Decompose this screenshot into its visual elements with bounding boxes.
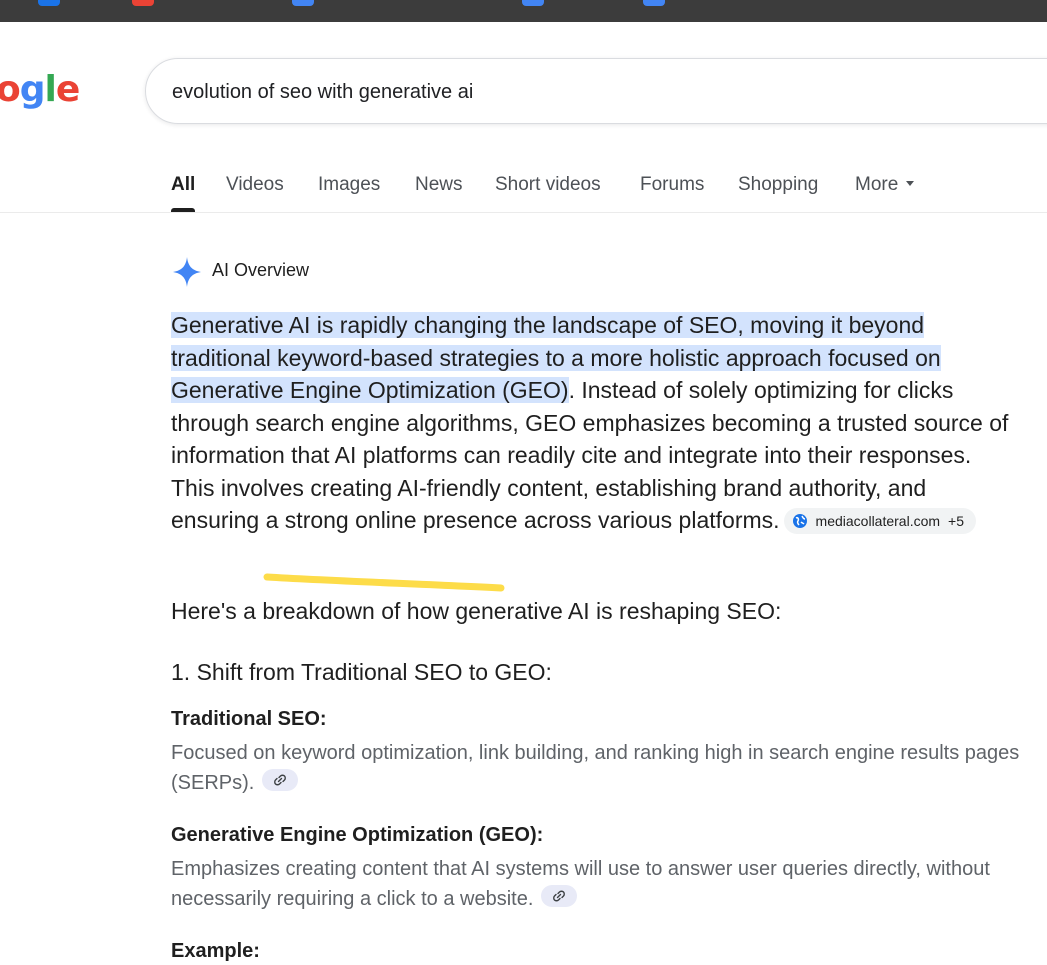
geo-heading: Generative Engine Optimization (GEO): (171, 824, 544, 846)
globe-icon (792, 514, 807, 528)
logo-letter: g (19, 69, 46, 110)
tab-label: Forums (640, 174, 705, 195)
citation-link-chip[interactable] (541, 885, 578, 907)
link-icon (553, 890, 566, 902)
tab-label: More (855, 174, 899, 195)
bookmark-icon[interactable] (132, 0, 154, 6)
source-domain: mediacollateral.com (815, 513, 941, 529)
citation-link-chip[interactable] (262, 769, 299, 791)
tab-short-videos[interactable]: Short videos (495, 172, 601, 212)
tab-label: News (415, 174, 463, 195)
bookmark-icon[interactable] (522, 0, 544, 6)
source-chip[interactable]: mediacollateral.com +5 (783, 508, 977, 534)
tab-videos[interactable]: Videos (226, 172, 284, 212)
tab-images[interactable]: Images (318, 172, 380, 212)
caret-down-icon (906, 181, 915, 186)
tab-label: Images (318, 174, 381, 195)
traditional-seo-heading: Traditional SEO: (171, 708, 327, 730)
tab-more[interactable]: More (855, 172, 915, 212)
bookmark-icon[interactable] (38, 0, 60, 6)
geo-text: Emphasizes creating content that AI syst… (171, 858, 990, 910)
geo-description: Emphasizes creating content that AI syst… (171, 854, 1031, 914)
tab-label: Videos (226, 174, 284, 195)
ai-spark-icon (173, 257, 201, 287)
tab-news[interactable]: News (415, 172, 463, 212)
logo-letter: l (44, 69, 57, 110)
tab-label: All (171, 174, 196, 195)
source-more-count: +5 (948, 513, 965, 529)
tabs-divider (0, 212, 1047, 213)
tab-forums[interactable]: Forums (640, 172, 704, 212)
section-heading: 1. Shift from Traditional SEO to GEO: (171, 659, 552, 685)
yellow-underline-annotation (263, 573, 505, 592)
logo-letter: e (55, 69, 80, 110)
bookmark-icon[interactable] (643, 0, 665, 6)
ai-overview-summary: Generative AI is rapidly changing the la… (171, 309, 1011, 537)
bookmark-icon[interactable] (292, 0, 314, 6)
traditional-seo-description: Focused on keyword optimization, link bu… (171, 738, 1031, 798)
tab-shopping[interactable]: Shopping (738, 172, 818, 212)
google-logo[interactable]: ogle (0, 62, 80, 118)
ai-overview-content: Generative AI is rapidly changing the la… (171, 309, 1011, 537)
logo-letter: o (0, 69, 21, 110)
breakdown-intro: Here's a breakdown of how generative AI … (171, 598, 782, 624)
browser-bookmarks-bar (0, 0, 1047, 22)
tab-label: Short videos (495, 174, 601, 195)
tab-all[interactable]: All (171, 172, 196, 212)
link-icon (274, 774, 287, 786)
traditional-seo-text: Focused on keyword optimization, link bu… (171, 742, 1020, 794)
search-box (145, 58, 1047, 124)
tab-label: Shopping (738, 174, 819, 195)
ai-overview-title: AI Overview (212, 260, 310, 280)
example-heading: Example: (171, 940, 260, 962)
search-input[interactable] (172, 77, 1022, 107)
